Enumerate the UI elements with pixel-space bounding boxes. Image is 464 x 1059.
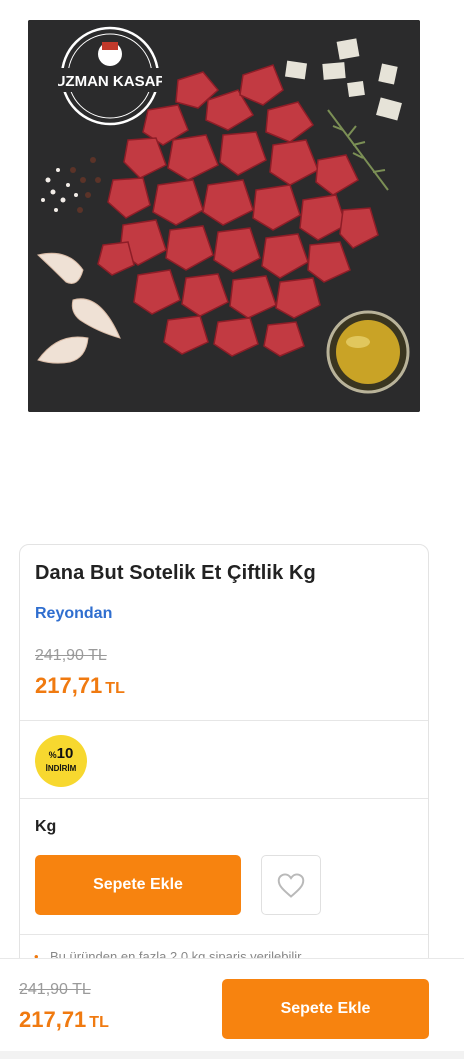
product-title: Dana But Sotelik Et Çiftlik Kg: [35, 562, 316, 584]
current-price-value: 217,71: [35, 673, 103, 698]
discount-label: İNDİRİM: [45, 764, 77, 773]
divider: [20, 798, 428, 799]
heart-icon: [277, 872, 305, 898]
svg-text:UZMAN KASAP: UZMAN KASAP: [58, 73, 162, 90]
old-price: 241,90 TL: [35, 647, 107, 664]
divider: [20, 720, 428, 721]
favorite-button[interactable]: [261, 855, 321, 915]
bottom-add-to-cart-button[interactable]: Sepete Ekle: [222, 979, 429, 1039]
currency: TL: [105, 680, 125, 697]
bottom-old-price: 241,90 TL: [19, 981, 91, 998]
uzman-kasap-logo: UZMAN KASAP: [58, 26, 162, 126]
bottom-bar: 241,90 TL 217,71 TL Sepete Ekle: [0, 958, 464, 1059]
add-to-cart-button[interactable]: Sepete Ekle: [35, 855, 241, 915]
unit-label: Kg: [35, 818, 57, 835]
bottom-currency: TL: [89, 1014, 109, 1031]
bottom-price-value: 217,71: [19, 1007, 87, 1032]
product-card: Dana But Sotelik Et Çiftlik Kg Reyondan …: [19, 544, 429, 974]
discount-percent: %10: [35, 745, 87, 762]
meat-on-slate-photo: UZMAN KASAP: [28, 20, 420, 412]
percent-sign: %: [48, 750, 57, 760]
divider: [20, 934, 428, 935]
product-image: UZMAN KASAP: [0, 0, 464, 430]
discount-value: 10: [56, 745, 74, 762]
current-price: 217,71 TL: [35, 673, 125, 699]
discount-badge: %10 İNDİRİM: [35, 735, 87, 787]
product-source-link[interactable]: Reyondan: [35, 605, 112, 623]
home-indicator-bar: [0, 1051, 464, 1059]
bottom-current-price: 217,71 TL: [19, 1007, 109, 1033]
